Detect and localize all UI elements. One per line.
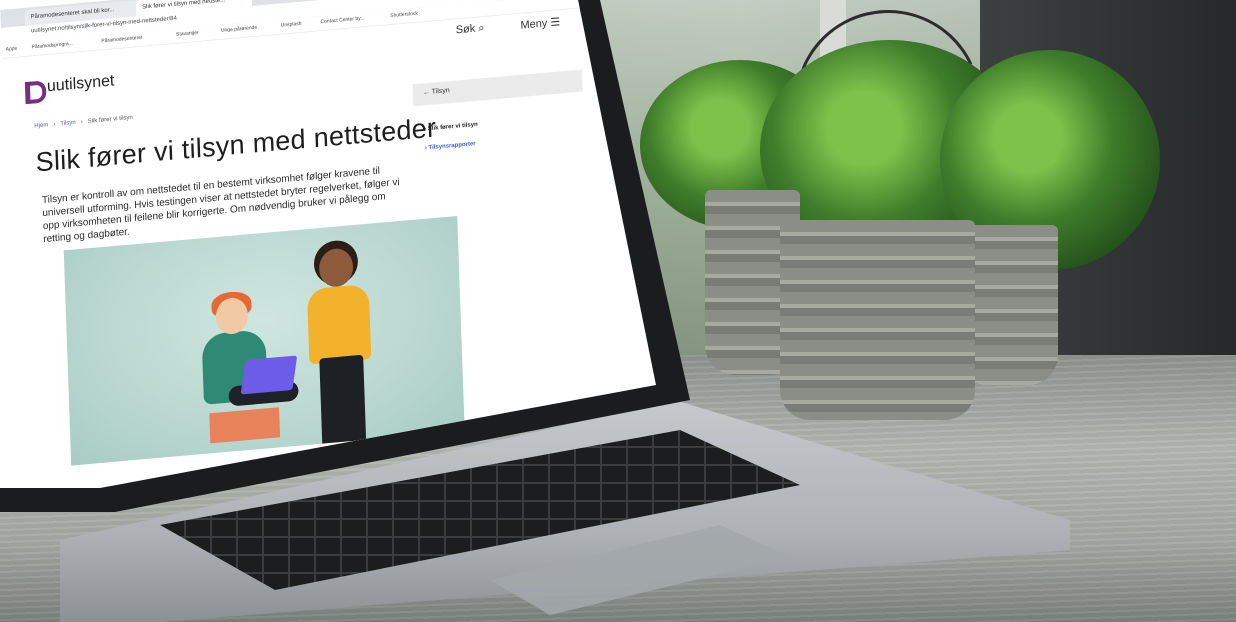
search-button[interactable]: Søk ⌕: [456, 22, 485, 38]
bookmark[interactable]: Påramodesenteret: [101, 35, 142, 45]
search-icon: ⌕: [478, 21, 485, 35]
sidebar-back-text: Tilsyn: [431, 87, 450, 96]
illustration-laptop: [240, 355, 298, 395]
uutilsynet-logo-icon[interactable]: [24, 80, 47, 105]
menu-button[interactable]: Meny ☰: [520, 15, 560, 31]
bookmark[interactable]: Unsplash: [281, 21, 302, 29]
chevron-right-icon: ›: [53, 121, 56, 128]
sidebar-back-label: ← Tilsyn: [423, 87, 450, 96]
photo-scene: Påramodesenteret skal bli kor... Slik fø…: [0, 0, 1236, 622]
hero-illustration: [63, 215, 465, 466]
hamburger-icon: ☰: [550, 16, 561, 30]
bookmark[interactable]: Påramodsprogra...: [32, 41, 73, 51]
breadcrumb-current: Slik fører vi tilsyn: [87, 114, 133, 125]
logo-text[interactable]: uutilsynet: [47, 72, 115, 96]
chevron-right-icon: ›: [80, 119, 83, 126]
arrow-left-icon: ←: [422, 88, 432, 97]
illustration-person-head: [215, 296, 249, 336]
bookmark[interactable]: Stavanger: [176, 30, 199, 38]
illustration-seat: [209, 407, 281, 444]
bookmark[interactable]: Unge pårørende: [221, 25, 257, 34]
bookmark[interactable]: Contact Center by...: [320, 15, 364, 25]
breadcrumb: Hjem › Tilsyn › Slik fører vi tilsyn: [34, 115, 133, 130]
illustration-person-legs: [319, 354, 367, 449]
sidebar-back-link[interactable]: ← Tilsyn: [412, 69, 583, 107]
illustration-person-body: [306, 283, 372, 365]
plant-pot: [780, 220, 975, 420]
breadcrumb-tilsyn[interactable]: Tilsyn: [60, 120, 76, 127]
bookmark[interactable]: Shutterstock: [390, 11, 418, 19]
menu-label: Meny: [520, 17, 548, 32]
illustration-person-head: [318, 247, 354, 289]
breadcrumb-home[interactable]: Hjem: [34, 122, 48, 129]
bookmark[interactable]: Apps: [6, 46, 18, 53]
search-label: Søk: [455, 22, 476, 37]
